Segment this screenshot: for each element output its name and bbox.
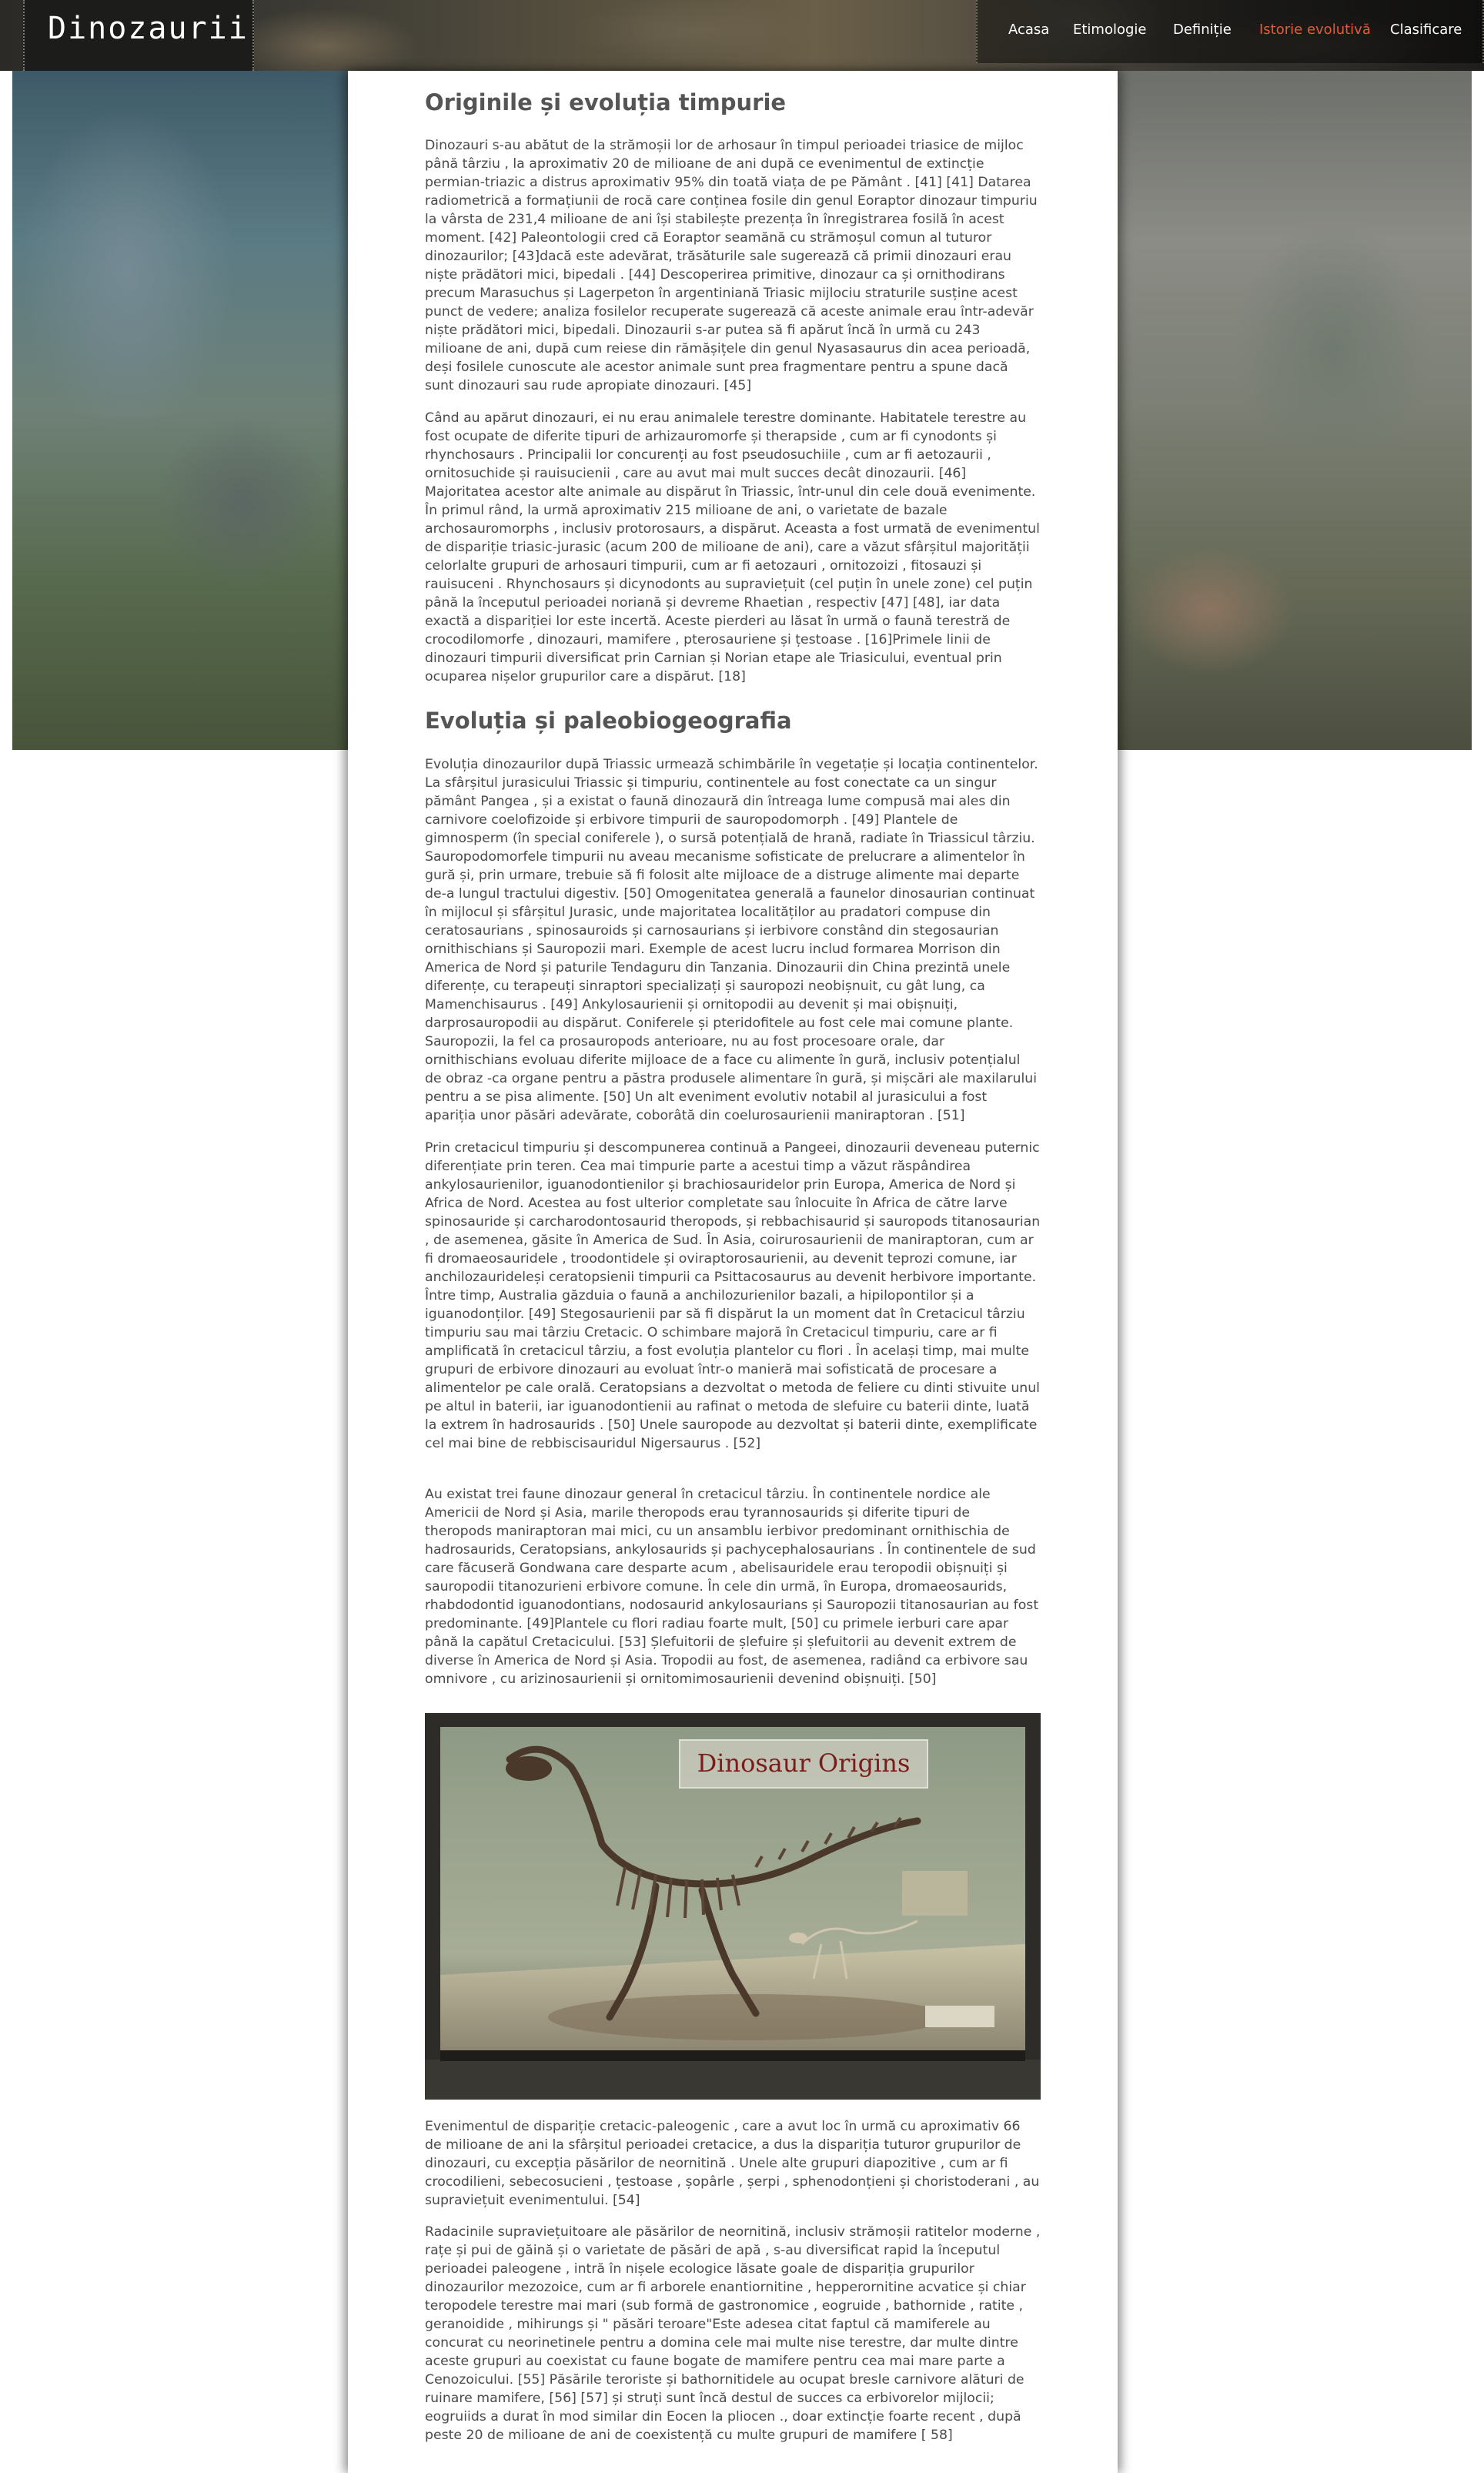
paragraph: Când au apărut dinozauri, ei nu erau ani… <box>425 410 1040 684</box>
dinosaur-origins-exhibit-image: Dinosaur Origins <box>425 1713 1041 2100</box>
nav-item-clasificare[interactable]: Clasificare <box>1390 22 1462 38</box>
paragraph: Radacinile supraviețuitoare ale păsărilo… <box>425 2224 1041 2443</box>
main-navigation: Acasa Etimologie Definiție Istorie evolu… <box>976 0 1484 63</box>
section-heading-evolution: Evoluția și paleobiogeografia <box>425 708 792 734</box>
paragraph: Au existat trei faune dinozaur general î… <box>425 1487 1039 1687</box>
background-dinosaur-image-left <box>12 71 348 750</box>
exhibit-sign-text: Dinosaur Origins <box>697 1749 911 1778</box>
nav-item-istorie-evolutiva[interactable]: Istorie evolutivă <box>1259 22 1371 38</box>
logo-container: Dinozaurii <box>23 0 254 71</box>
nav-item-definitie[interactable]: Definiție <box>1173 22 1232 38</box>
site-logo[interactable]: Dinozaurii <box>48 11 249 46</box>
background-dinosaur-image-right <box>1118 71 1472 750</box>
nav-item-acasa[interactable]: Acasa <box>1008 22 1049 38</box>
nav-item-etimologie[interactable]: Etimologie <box>1073 22 1147 38</box>
paragraph: Prin cretacicul timpuriu și descompunere… <box>425 1140 1041 1451</box>
main-content: Originile și evoluția timpurie Dinozauri… <box>348 71 1118 2473</box>
paragraph: Evoluția dinozaurilor după Triassic urme… <box>425 757 1038 1123</box>
section-heading-origins: Originile și evoluția timpurie <box>425 89 787 115</box>
paragraph: Evenimentul de dispariție cretacic-paleo… <box>425 2119 1040 2208</box>
exhibit-sign: Dinosaur Origins <box>679 1739 928 1789</box>
paragraph: Dinozauri s-au abătut de la strămoșii lo… <box>425 138 1038 393</box>
site-header: Dinozaurii Acasa Etimologie Definiție Is… <box>0 0 1484 71</box>
